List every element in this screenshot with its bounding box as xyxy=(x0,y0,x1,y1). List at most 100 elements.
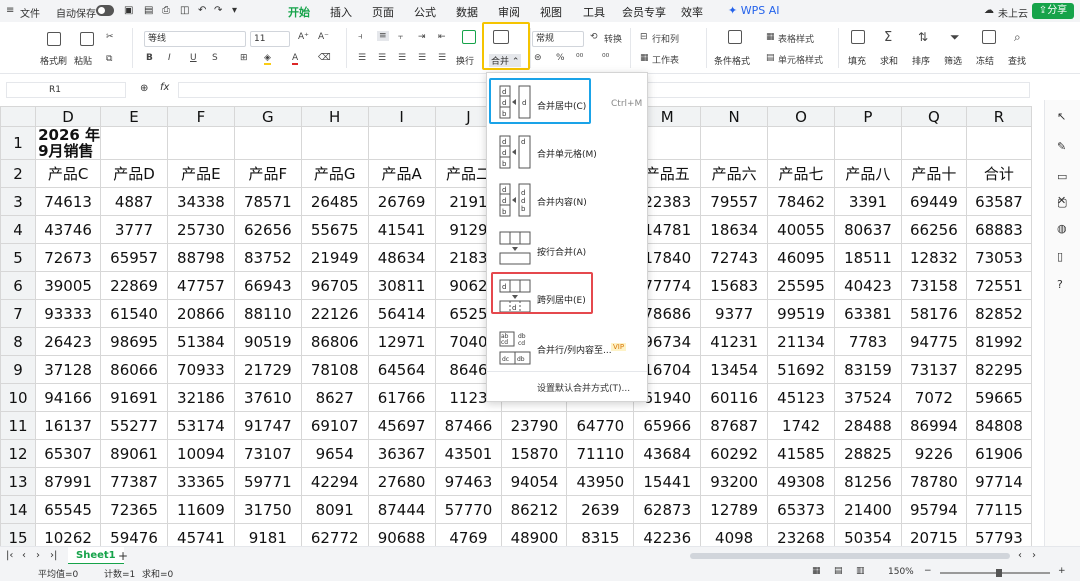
cell[interactable]: 86066 xyxy=(100,355,168,384)
cell[interactable]: 86806 xyxy=(300,327,369,356)
header-cell[interactable]: 产品D xyxy=(100,159,168,188)
cell[interactable]: 9226 xyxy=(900,439,967,468)
cell[interactable]: 82295 xyxy=(965,355,1032,384)
cell[interactable] xyxy=(166,126,235,160)
cell[interactable]: 68883 xyxy=(965,215,1032,244)
cell[interactable]: 26485 xyxy=(300,187,369,216)
cell[interactable]: 62772 xyxy=(300,523,369,546)
cell[interactable]: 13454 xyxy=(700,355,769,384)
cell[interactable]: 45697 xyxy=(367,411,436,440)
header-cell[interactable]: 产品E xyxy=(166,159,235,188)
cell[interactable]: 78780 xyxy=(900,467,967,496)
cell[interactable]: 99519 xyxy=(767,299,835,328)
cell[interactable]: 73053 xyxy=(965,243,1032,272)
cell[interactable]: 51384 xyxy=(166,327,235,356)
sheet-tab-sheet1[interactable]: Sheet1 xyxy=(68,547,124,565)
align-middle-icon[interactable]: ≡ xyxy=(377,31,389,41)
cell[interactable] xyxy=(300,126,369,160)
tab-wps-ai[interactable]: ✦ WPS AI xyxy=(728,4,779,17)
bold-icon[interactable]: B xyxy=(146,53,153,63)
cell[interactable]: 45123 xyxy=(767,383,835,412)
zoom-out-icon[interactable]: − xyxy=(924,566,932,576)
cell[interactable]: 37524 xyxy=(833,383,902,412)
cell[interactable]: 61766 xyxy=(367,383,436,412)
cell[interactable]: 27680 xyxy=(367,467,436,496)
cell[interactable] xyxy=(233,126,302,160)
column-header[interactable]: G xyxy=(233,106,302,127)
cell-style-button[interactable]: 单元格样式 xyxy=(778,53,823,66)
horizontal-scrollbar[interactable] xyxy=(690,553,1010,559)
cell[interactable]: 33365 xyxy=(166,467,235,496)
cell[interactable]: 53174 xyxy=(166,411,235,440)
cell[interactable]: 36367 xyxy=(367,439,436,468)
row-header[interactable]: 3 xyxy=(0,187,37,216)
align-top-icon[interactable]: ⫞ xyxy=(358,32,363,42)
cell[interactable] xyxy=(700,126,769,160)
cell[interactable]: 20866 xyxy=(166,299,235,328)
autosave-toggle[interactable] xyxy=(96,5,114,16)
cell[interactable] xyxy=(965,126,1032,160)
italic-icon[interactable]: I xyxy=(168,53,171,63)
cell[interactable]: 15441 xyxy=(633,467,702,496)
currency-icon[interactable]: ⊜ xyxy=(534,53,542,63)
cell[interactable]: 60116 xyxy=(700,383,769,412)
cell[interactable]: 18511 xyxy=(833,243,902,272)
cell[interactable]: 30811 xyxy=(367,271,436,300)
justify-icon[interactable]: ☰ xyxy=(418,53,426,63)
cell[interactable]: 59476 xyxy=(100,523,168,546)
cell[interactable]: 70933 xyxy=(166,355,235,384)
align-center-icon[interactable]: ☰ xyxy=(378,53,386,63)
border-icon[interactable]: ⊞ xyxy=(240,53,248,63)
filter-button[interactable]: 筛选 xyxy=(944,54,962,67)
cell[interactable]: 7783 xyxy=(833,327,902,356)
select-icon[interactable]: ↖ xyxy=(1057,110,1066,123)
next-sheet-icon[interactable]: › xyxy=(36,550,40,561)
cell[interactable]: 41231 xyxy=(700,327,769,356)
cell[interactable]: 7072 xyxy=(900,383,967,412)
find-button[interactable]: 查找 xyxy=(1008,54,1026,67)
page-break-icon[interactable]: ▥ xyxy=(856,566,865,576)
font-color-icon[interactable]: A xyxy=(292,53,299,65)
row-header[interactable]: 14 xyxy=(0,495,37,524)
cell[interactable]: 87466 xyxy=(434,411,503,440)
format-painter-button[interactable]: 格式刷 xyxy=(40,54,67,67)
cell[interactable]: 93200 xyxy=(700,467,769,496)
cell[interactable]: 82852 xyxy=(965,299,1032,328)
header-cell[interactable]: 产品八 xyxy=(833,159,902,188)
column-header[interactable]: H xyxy=(300,106,369,127)
cell[interactable]: 78571 xyxy=(233,187,302,216)
cell[interactable]: 73158 xyxy=(900,271,967,300)
cell[interactable]: 71110 xyxy=(566,439,635,468)
cell[interactable]: 23790 xyxy=(501,411,568,440)
cell[interactable]: 26423 xyxy=(35,327,102,356)
row-header[interactable]: 12 xyxy=(0,439,37,468)
note-icon[interactable]: ▭ xyxy=(1057,170,1067,183)
cell[interactable]: 43950 xyxy=(566,467,635,496)
cell[interactable]: 43746 xyxy=(35,215,102,244)
cell[interactable]: 43501 xyxy=(434,439,503,468)
cell[interactable]: 97714 xyxy=(965,467,1032,496)
cell[interactable]: 25595 xyxy=(767,271,835,300)
header-cell[interactable]: 产品七 xyxy=(767,159,835,188)
column-header[interactable]: I xyxy=(367,106,436,127)
column-header[interactable]: F xyxy=(166,106,235,127)
row-header[interactable]: 10 xyxy=(0,383,37,412)
cell[interactable]: 15683 xyxy=(700,271,769,300)
export-icon[interactable]: ▤ xyxy=(144,5,153,16)
cell[interactable]: 66256 xyxy=(900,215,967,244)
cell[interactable]: 63587 xyxy=(965,187,1032,216)
align-right-icon[interactable]: ☰ xyxy=(398,53,406,63)
cell[interactable]: 28825 xyxy=(833,439,902,468)
cell[interactable]: 49308 xyxy=(767,467,835,496)
cell[interactable]: 91747 xyxy=(233,411,302,440)
cell[interactable]: 25730 xyxy=(166,215,235,244)
cell[interactable]: 83752 xyxy=(233,243,302,272)
row-header[interactable]: 4 xyxy=(0,215,37,244)
cell[interactable]: 72673 xyxy=(35,243,102,272)
cell[interactable]: 78462 xyxy=(767,187,835,216)
font-shrink-icon[interactable]: A⁻ xyxy=(318,32,329,42)
tab-data[interactable]: 数据 xyxy=(456,4,478,20)
cell[interactable]: 69449 xyxy=(900,187,967,216)
cell[interactable]: 15870 xyxy=(501,439,568,468)
strikethrough-icon[interactable]: S xyxy=(212,53,218,63)
